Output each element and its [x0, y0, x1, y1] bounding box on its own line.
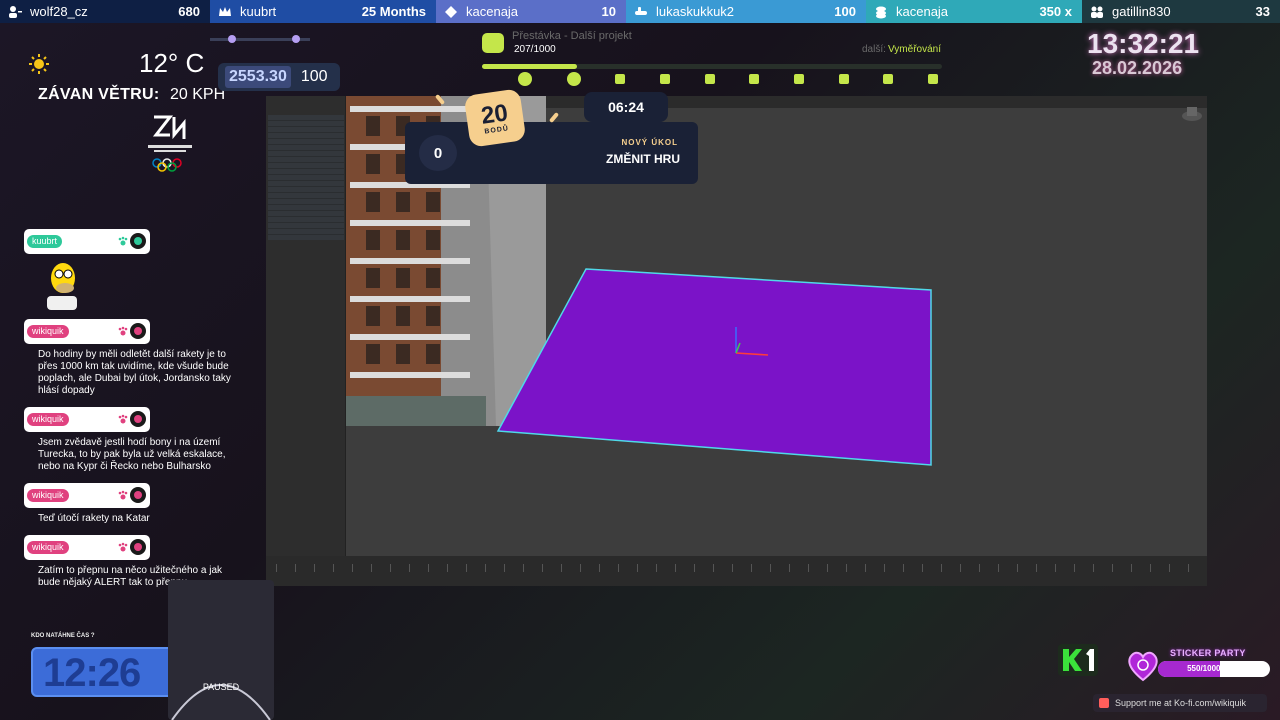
chat-username: wikiquik: [27, 541, 69, 554]
task-timer: 06:24: [584, 92, 668, 122]
heart-badge-icon: [130, 411, 146, 427]
timeline-ticks: [276, 564, 1196, 572]
new-task-label: NOVÝ ÚKOL: [621, 138, 678, 147]
chat-message: Jsem zvědavě jestli hodí bony i na území…: [38, 437, 226, 472]
heart-badge-icon: [130, 487, 146, 503]
k1-logo: [1058, 644, 1098, 676]
chat-user-pill: wikiquik: [24, 319, 150, 344]
chat-message: Do hodiny by měli odletět další rakety j…: [38, 349, 231, 396]
chat-username: wikiquik: [27, 325, 69, 338]
kofi-cup-icon: [1099, 698, 1109, 708]
race-box: 12:26: [31, 647, 178, 697]
heart-badge-icon: [130, 233, 146, 249]
chat-user-pill: kuubrt: [24, 229, 150, 254]
media-status: PAUSED: [202, 682, 240, 692]
paw-icon: [118, 414, 128, 424]
change-game-button[interactable]: ZMĚNIT HRU: [606, 152, 680, 166]
points-badge: 20 BODŮ: [463, 88, 527, 148]
paw-icon: [118, 236, 128, 246]
task-score: 0: [419, 135, 457, 171]
sticker-heart-icon: [1128, 651, 1158, 682]
kofi-text: Support me at Ko-fi.com/wikiquik: [1115, 698, 1247, 708]
kofi-link[interactable]: Support me at Ko-fi.com/wikiquik: [1093, 694, 1267, 712]
race-time: 12:26: [43, 651, 141, 695]
chat-username: kuubrt: [27, 235, 63, 248]
chat-message: Teď útočí rakety na Katar: [38, 513, 150, 524]
chat-user-pill: wikiquik: [24, 483, 150, 508]
heart-badge-icon: [130, 323, 146, 339]
heart-badge-icon: [130, 539, 146, 555]
paw-icon: [118, 326, 128, 336]
chat-user-pill: wikiquik: [24, 407, 150, 432]
chat-username: wikiquik: [27, 413, 69, 426]
view-cube-icon[interactable]: [1181, 104, 1203, 122]
race-label: KDO NATÁHNE ČAS ?: [31, 633, 95, 639]
task-card: 0 NOVÝ ÚKOL ZMĚNIT HRU: [405, 122, 698, 184]
animation-timeline[interactable]: [266, 556, 1207, 586]
chat-user-pill: wikiquik: [24, 535, 150, 560]
stream-overlay: wolf28_cz 680 kuubrt 25 Months kacenaja …: [0, 0, 1280, 720]
sticker-title: STICKER PARTY: [1170, 648, 1246, 658]
sticker-progress-text: 550/1000 BITS: [1187, 664, 1241, 673]
homer-emote: [47, 263, 77, 310]
race-timer: KDO NATÁHNE ČAS ? 12:26: [28, 630, 180, 698]
chat-username: wikiquik: [27, 489, 69, 502]
paw-icon: [118, 490, 128, 500]
paw-icon: [118, 542, 128, 552]
